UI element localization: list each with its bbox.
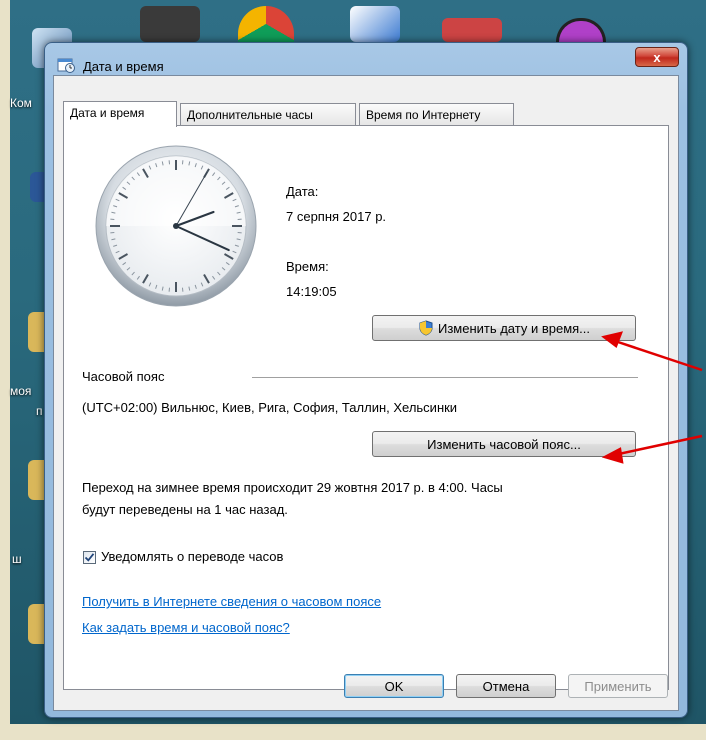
clock-calendar-icon	[57, 58, 75, 73]
cancel-label: Отмена	[482, 678, 530, 694]
timezone-section-label: Часовой пояс	[82, 369, 165, 384]
dialog-client-area: Дата и время Дополнительные часы Время п…	[53, 75, 679, 711]
cancel-button[interactable]: Отмена	[456, 674, 556, 698]
timezone-info-link[interactable]: Получить в Интернете сведения о часовом …	[82, 594, 381, 609]
dst-notice-line1: Переход на зимнее время происходит 29 жо…	[82, 480, 503, 495]
desktop-label-folder-2: ш	[12, 552, 22, 566]
close-button[interactable]: x	[635, 47, 679, 67]
tab-additional-clocks[interactable]: Дополнительные часы	[180, 103, 356, 125]
desktop-label-folder-sub: п	[36, 404, 43, 418]
time-value: 14:19:05	[286, 284, 337, 299]
desktop-label-computer: Ком	[10, 96, 32, 110]
timezone-value: (UTC+02:00) Вильнюс, Киев, Рига, София, …	[82, 400, 458, 415]
time-label: Время:	[286, 259, 329, 274]
media-icon[interactable]	[442, 18, 502, 42]
datetime-dialog: Дата и время x Дата и время Дополнительн…	[44, 42, 688, 718]
apply-label: Применить	[584, 678, 652, 694]
change-datetime-label: Изменить дату и время...	[437, 320, 591, 336]
shortcut-icon[interactable]	[350, 6, 400, 42]
change-datetime-button[interactable]: Изменить дату и время...	[372, 315, 636, 341]
apply-button: Применить	[568, 674, 668, 698]
notify-label[interactable]: Уведомлять о переводе часов	[101, 549, 283, 564]
date-value: 7 серпня 2017 р.	[286, 209, 387, 224]
dst-notice-line2: будут переведены на 1 час назад.	[82, 502, 288, 517]
timezone-separator	[252, 377, 638, 378]
tab-internet-time[interactable]: Время по Интернету	[359, 103, 514, 125]
chrome-icon[interactable]	[238, 6, 294, 42]
notify-checkbox[interactable]	[83, 551, 96, 564]
how-to-link[interactable]: Как задать время и часовой пояс?	[82, 620, 290, 635]
purple-app-icon[interactable]	[556, 18, 606, 42]
window-title: Дата и время	[83, 59, 164, 74]
ok-button[interactable]: OK	[344, 674, 444, 698]
date-label: Дата:	[286, 184, 319, 199]
camera-icon[interactable]	[140, 6, 200, 42]
uac-shield-icon	[419, 320, 433, 336]
analog-clock	[95, 145, 257, 307]
tab-date-time[interactable]: Дата и время	[63, 101, 177, 127]
ok-label: OK	[384, 678, 404, 694]
desktop-label-folder: моя	[10, 384, 32, 398]
change-timezone-label: Изменить часовой пояс...	[427, 436, 581, 452]
tab-panel-date-time: Дата: 7 серпня 2017 р. Время: 14:19:05 И…	[63, 125, 669, 690]
checkmark-icon	[84, 553, 95, 562]
change-timezone-button[interactable]: Изменить часовой пояс...	[372, 431, 636, 457]
